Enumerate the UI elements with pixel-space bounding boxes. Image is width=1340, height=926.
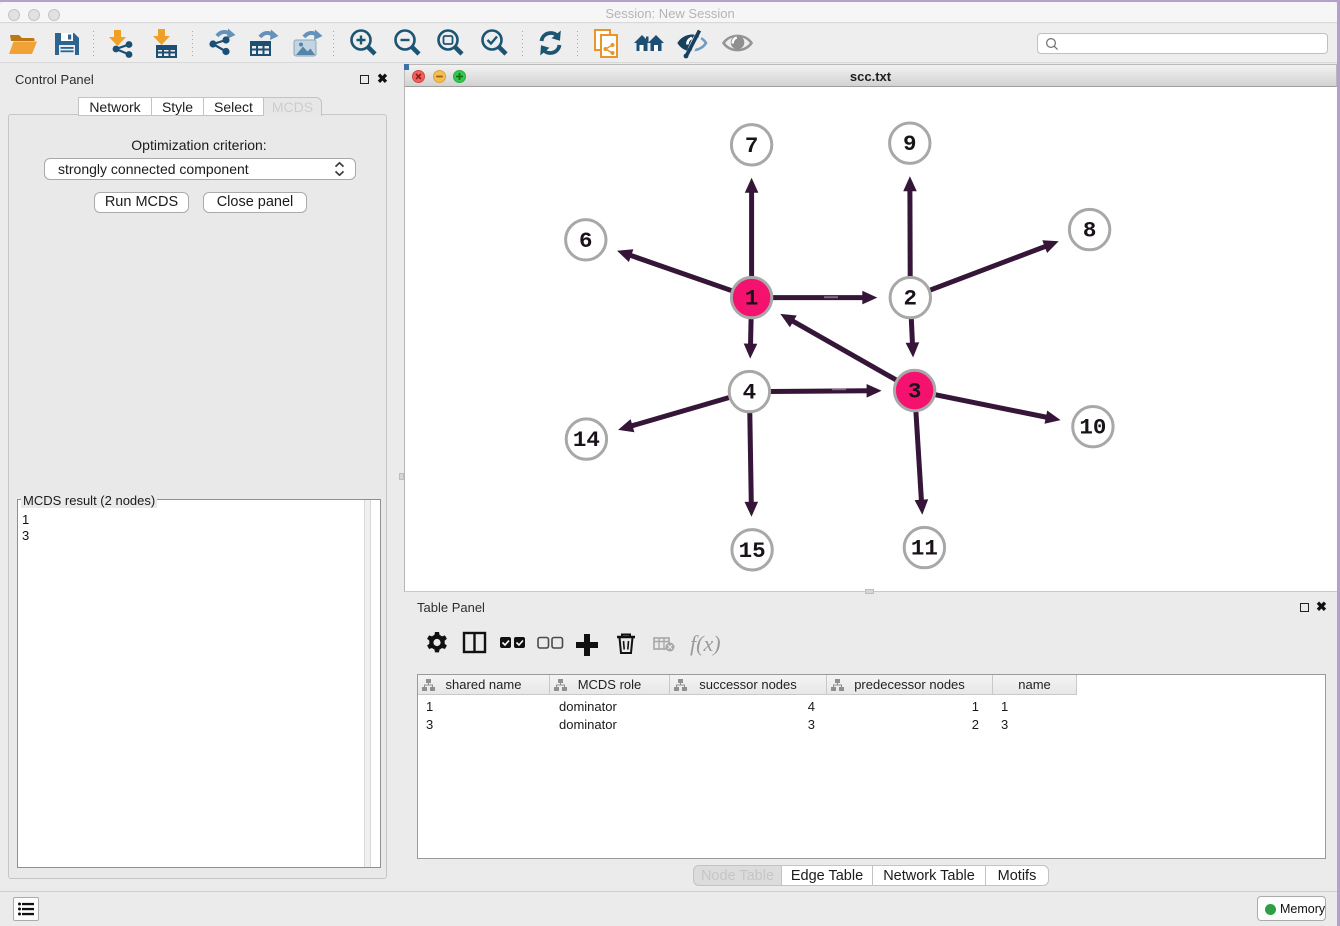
svg-text:9: 9 <box>903 131 917 157</box>
svg-text:6: 6 <box>579 228 593 254</box>
svg-text:10: 10 <box>1079 415 1106 441</box>
svg-text:4: 4 <box>743 380 757 406</box>
svg-text:1: 1 <box>745 286 759 312</box>
svg-text:14: 14 <box>573 427 600 453</box>
svg-text:11: 11 <box>911 536 938 562</box>
svg-text:15: 15 <box>739 538 766 564</box>
svg-text:2: 2 <box>904 286 918 312</box>
svg-text:7: 7 <box>745 133 759 159</box>
svg-text:3: 3 <box>908 379 922 405</box>
svg-text:f(x): f(x) <box>690 631 721 656</box>
svg-text:8: 8 <box>1083 218 1097 244</box>
